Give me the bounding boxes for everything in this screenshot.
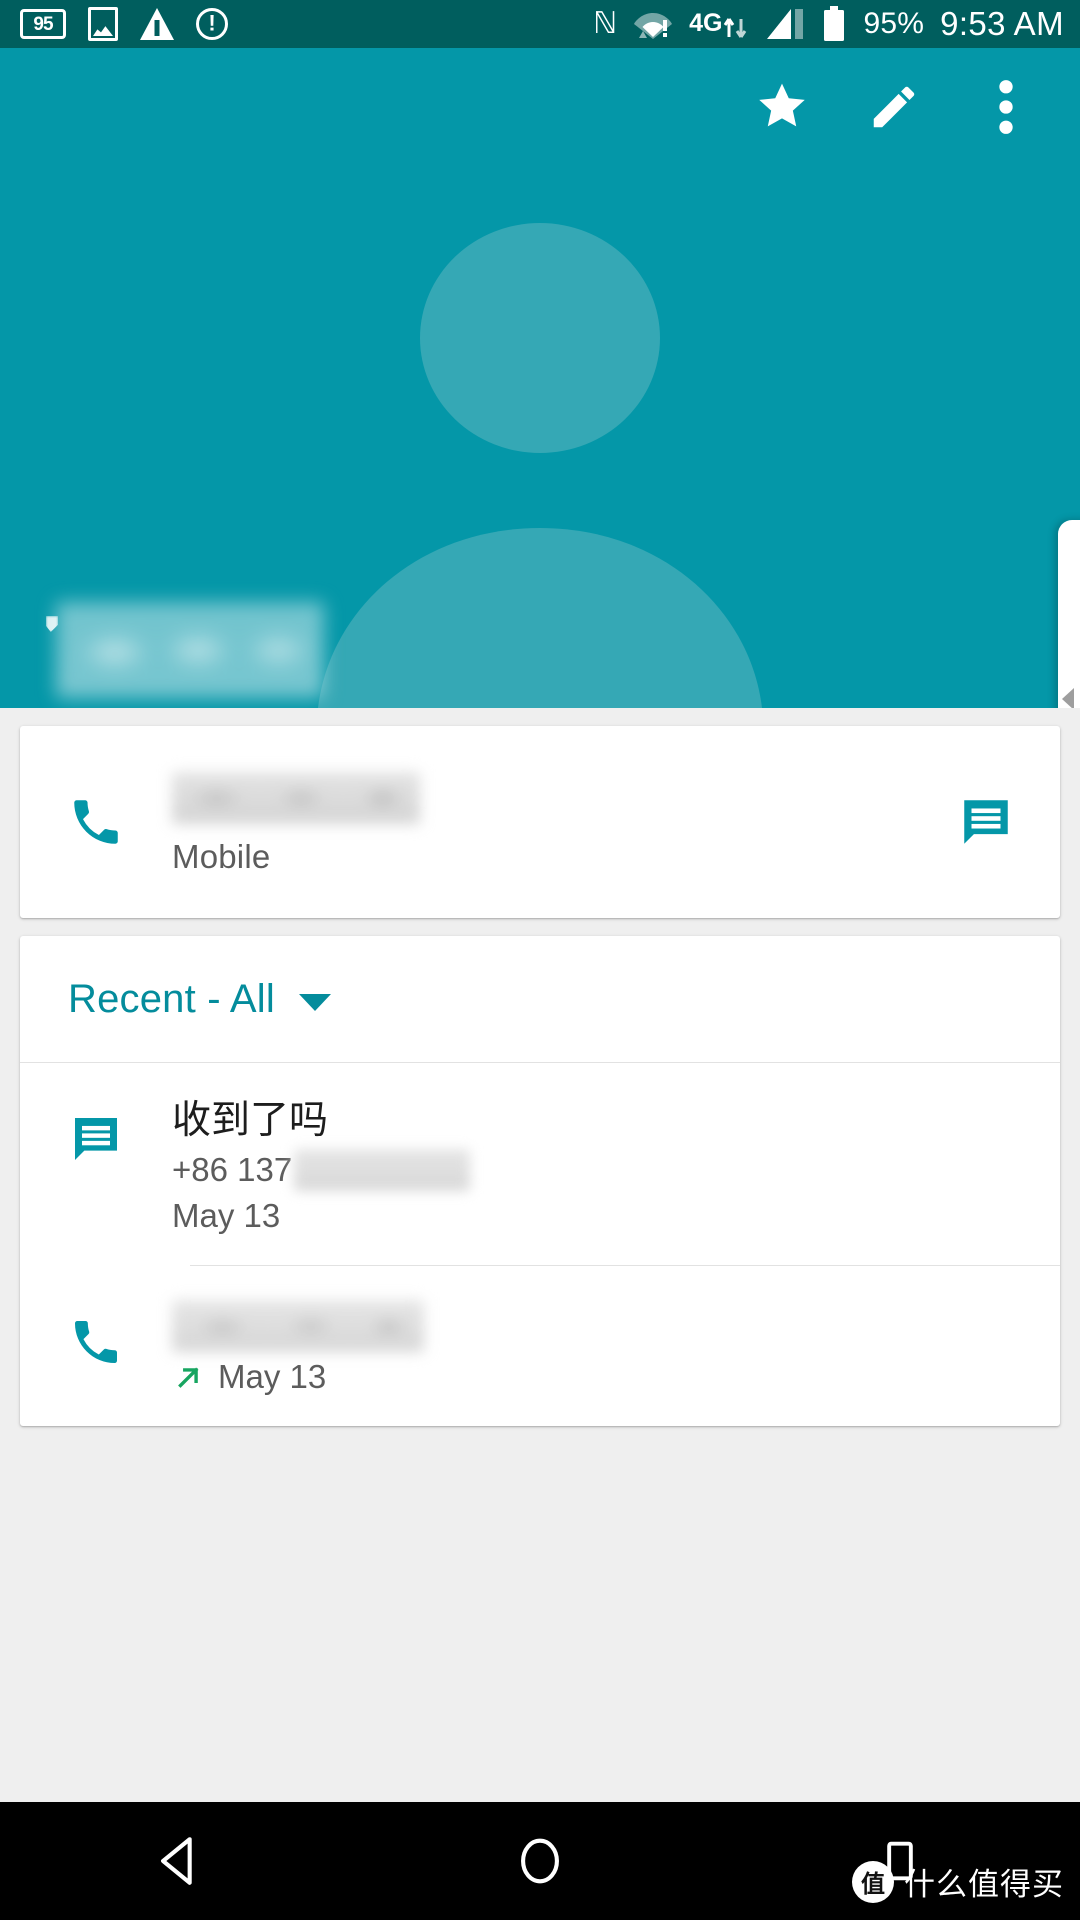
clock-label: 9:53 AM — [940, 5, 1064, 42]
list-item[interactable]: 收到了吗 +86 137 May 13 — [20, 1063, 1060, 1265]
chevron-down-icon — [298, 993, 331, 1011]
call-contact-redacted — [172, 1300, 424, 1353]
outgoing-call-arrow-icon — [178, 1367, 199, 1389]
nav-back-button[interactable] — [0, 1832, 360, 1890]
edit-contact-button[interactable] — [838, 51, 950, 163]
nfc-icon: ℕ — [593, 6, 618, 41]
phone-number-row[interactable]: Mobile — [20, 726, 1060, 918]
system-navigation-bar: 值 什么值得买 — [0, 1802, 1080, 1920]
speed-badge-icon: 95 — [20, 9, 66, 39]
contact-hero-header — [0, 48, 1080, 708]
home-circle-icon — [521, 1838, 559, 1884]
phone-number-card: Mobile — [20, 726, 1060, 918]
recent-filter-dropdown[interactable]: Recent - All — [20, 936, 1060, 1062]
message-snippet: 收到了吗 — [172, 1099, 329, 1142]
call-date: May 13 — [218, 1358, 327, 1396]
recent-activity-card: Recent - All 收到了吗 +86 137 May 13 May 13 — [20, 936, 1060, 1427]
message-icon — [964, 800, 1008, 844]
phone-screen: 95 ℕ 4G — [0, 0, 1080, 1920]
exclamation-circle-icon — [196, 8, 228, 40]
signal-bars-icon — [765, 7, 805, 41]
pencil-icon — [873, 86, 915, 128]
image-icon — [88, 7, 118, 41]
send-message-button[interactable] — [938, 793, 1034, 851]
message-entry-body: 收到了吗 +86 137 May 13 — [172, 1097, 1060, 1235]
overflow-menu-button[interactable] — [950, 51, 1062, 163]
message-entry-icon-wrap — [20, 1097, 172, 1167]
status-bar-left-icons: 95 — [0, 7, 228, 41]
message-date: May 13 — [172, 1197, 281, 1235]
phone-type-label: Mobile — [172, 838, 271, 875]
phone-icon — [75, 1321, 117, 1364]
side-panel-arrow-icon[interactable] — [1062, 688, 1074, 710]
watermark: 值 什么值得买 — [852, 1859, 1064, 1904]
favorite-star-button[interactable] — [726, 51, 838, 163]
back-triangle-icon — [161, 1837, 192, 1885]
wifi-alert-icon — [633, 8, 673, 40]
call-entry-body: May 13 — [172, 1300, 1060, 1396]
watermark-text: 什么值得买 — [904, 1867, 1064, 1903]
nav-home-button[interactable] — [360, 1832, 720, 1890]
watermark-badge: 值 — [852, 1860, 894, 1903]
phone-icon — [74, 800, 118, 844]
status-bar: 95 ℕ 4G — [0, 0, 1080, 48]
more-vert-icon — [999, 80, 1013, 134]
message-number-prefix: +86 137 — [172, 1151, 293, 1189]
network-type-label: 4G — [689, 9, 723, 38]
call-action-button[interactable] — [20, 793, 172, 851]
status-bar-right-icons: ℕ 4G 95% 9:53 AM — [593, 5, 1080, 43]
message-icon — [75, 1118, 117, 1160]
contact-app-bar-actions — [0, 48, 1080, 166]
list-item[interactable]: May 13 — [20, 1266, 1060, 1426]
battery-percent-label: 95% — [863, 7, 925, 40]
message-number-line: +86 137 — [172, 1149, 1030, 1192]
call-entry-icon-wrap — [20, 1300, 172, 1370]
contact-name-redacted — [56, 602, 324, 698]
warning-triangle-icon — [140, 8, 174, 40]
data-arrows-icon — [724, 18, 747, 38]
phone-number-redacted — [172, 772, 420, 824]
battery-icon — [821, 6, 847, 42]
data-transfer-icon: 4G — [689, 9, 749, 39]
call-date-row: May 13 — [172, 1358, 1030, 1396]
phone-number-body: Mobile — [172, 768, 938, 876]
star-icon — [759, 83, 805, 127]
contact-detail-content: Mobile Recent - All 收到了吗 +86 137 May 13 … — [0, 708, 1080, 1802]
message-number-redacted — [294, 1149, 471, 1192]
recent-filter-label: Recent - All — [68, 976, 275, 1021]
